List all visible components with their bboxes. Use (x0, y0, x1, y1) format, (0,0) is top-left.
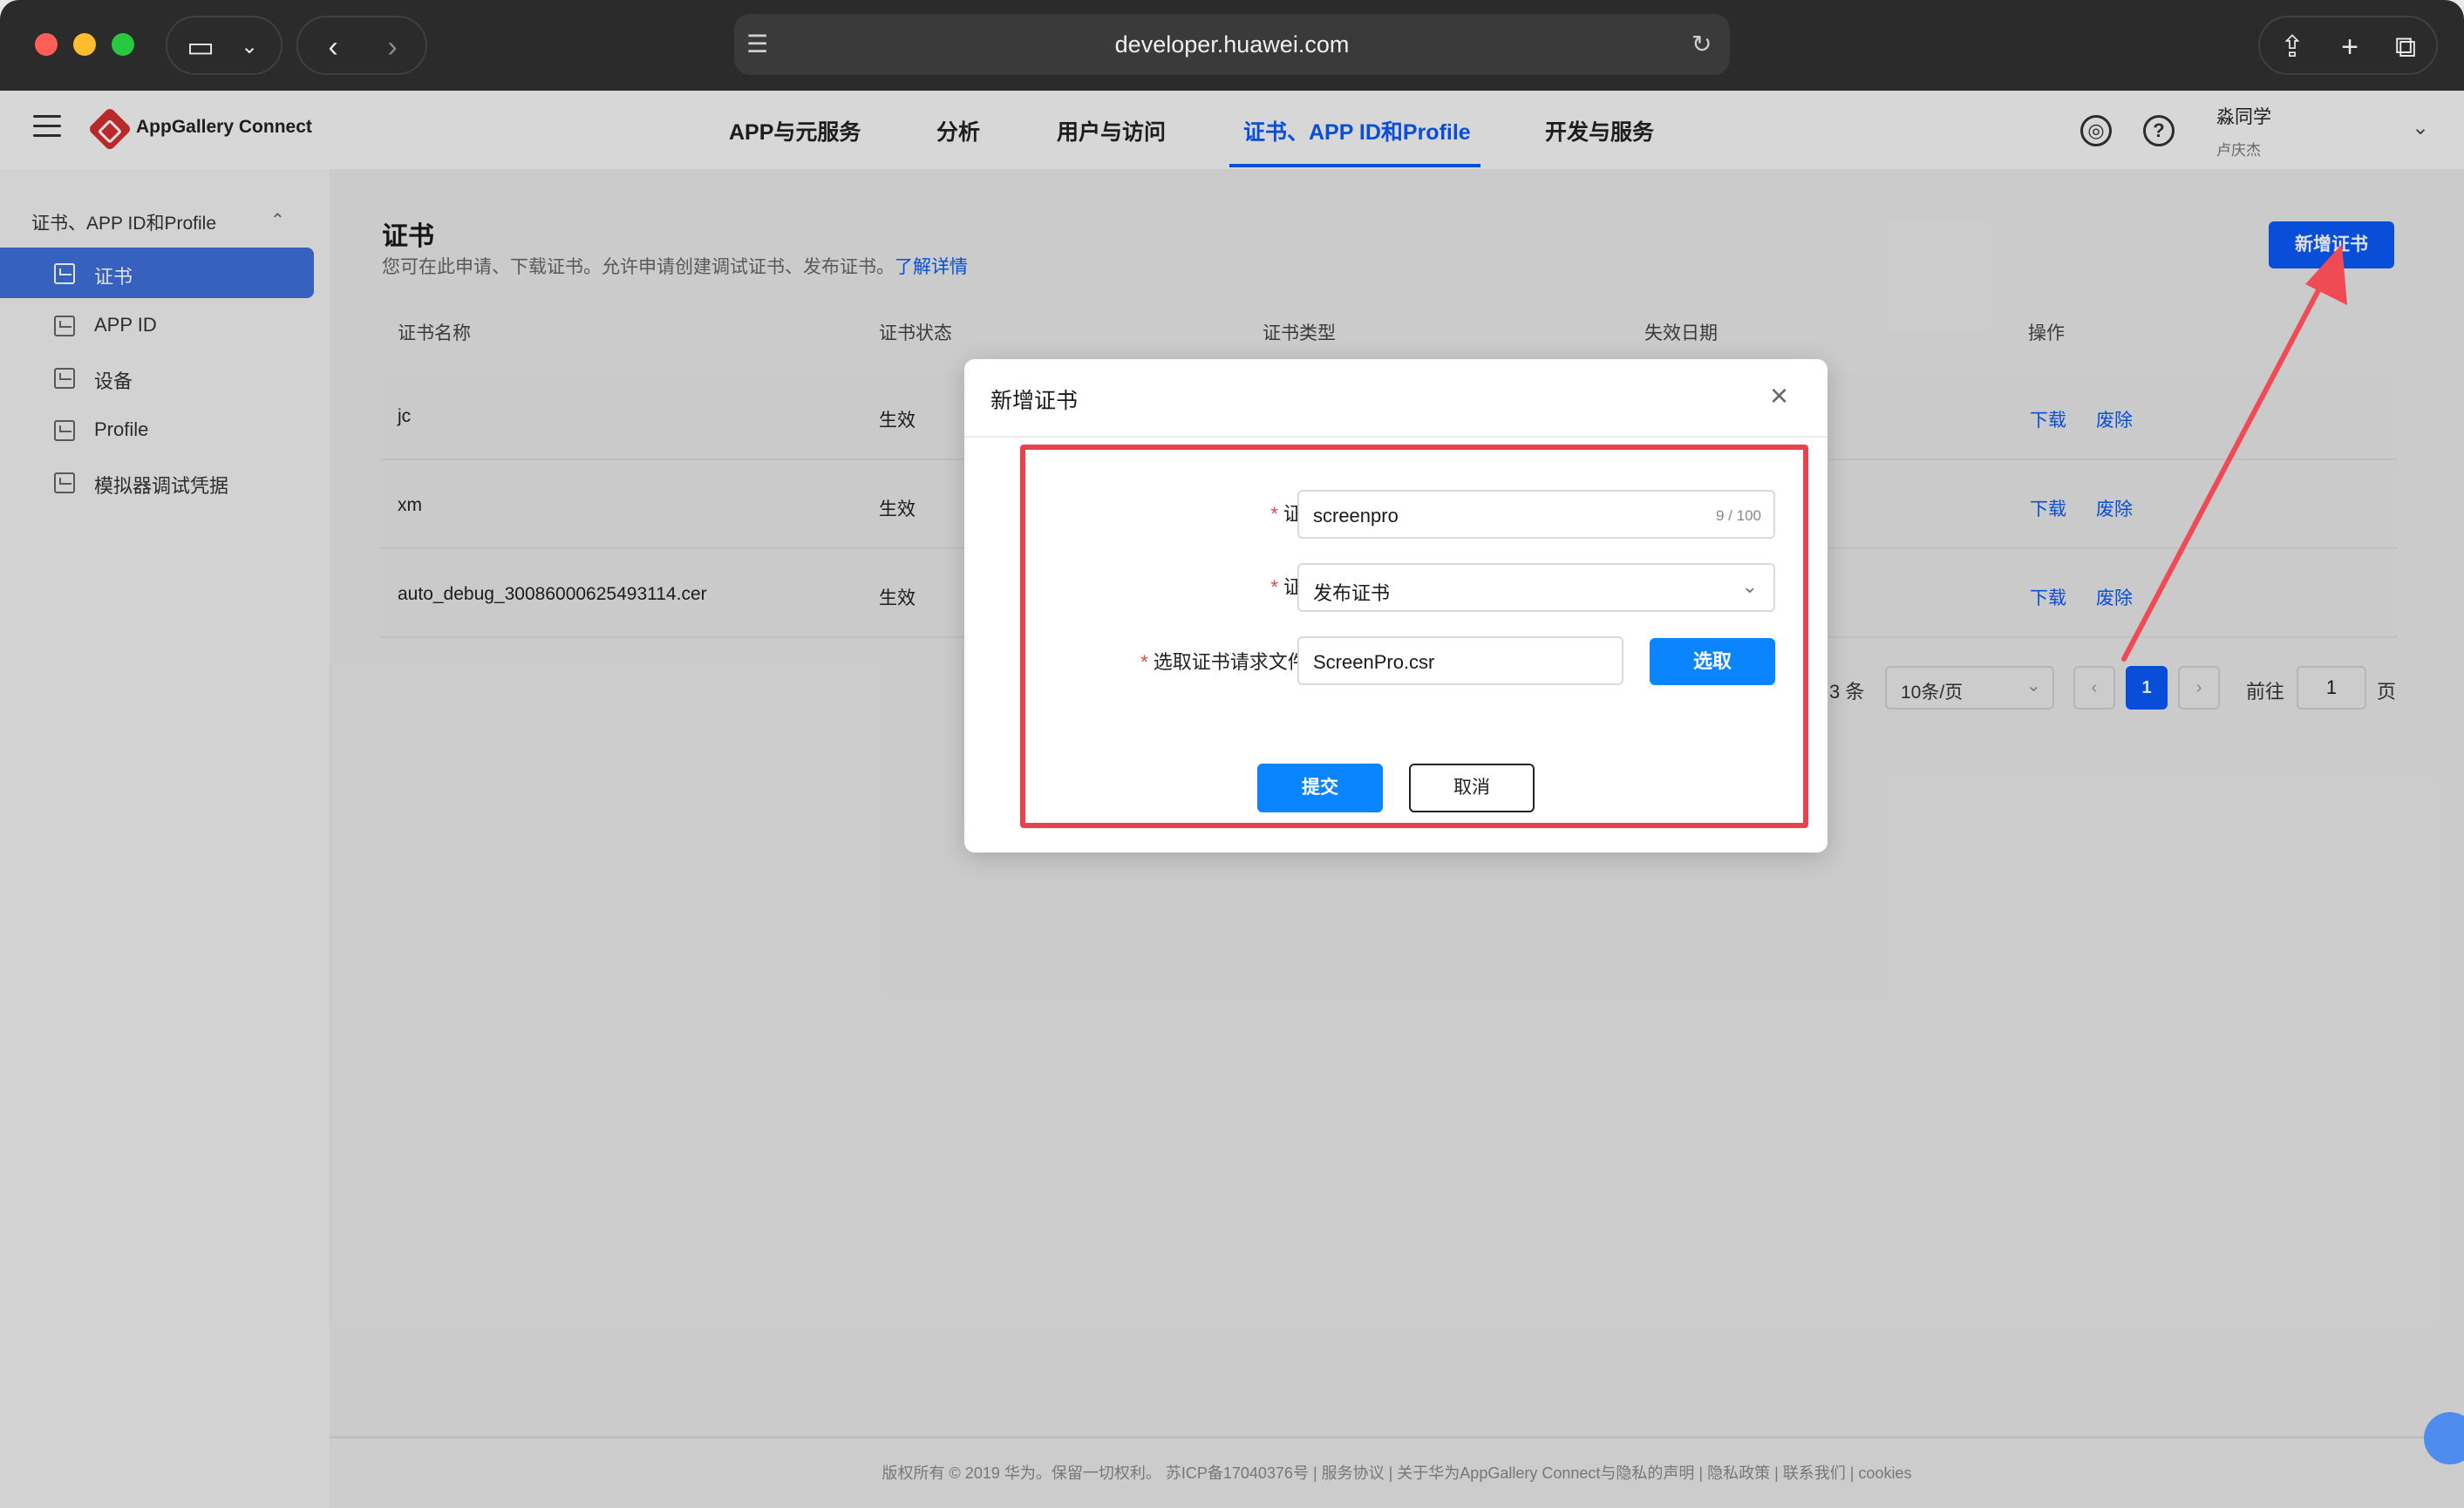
address-bar[interactable]: developer.huawei.com ☰ ↻ (734, 14, 1730, 75)
dialog-title: 新增证书 (990, 389, 1079, 413)
history-nav-group[interactable]: ‹ › (296, 16, 427, 75)
zoom-window-button[interactable] (112, 33, 134, 56)
minimize-window-button[interactable] (73, 33, 96, 56)
site-icon[interactable]: ☰ (746, 30, 768, 58)
url-text[interactable]: developer.huawei.com (734, 14, 1730, 75)
annotation-arrow-line (2121, 273, 2329, 662)
new-certificate-dialog: 新增证书 × *证书名称: screenpro 9 / 100 *证书类型: 发… (964, 359, 1828, 852)
cancel-button[interactable]: 取消 (1409, 764, 1535, 812)
new-tab-icon[interactable]: + (2326, 17, 2373, 77)
forward-icon[interactable]: › (368, 17, 417, 77)
sidebar-toggle-icon[interactable]: ▭ (181, 17, 220, 77)
cert-type-select[interactable]: 发布证书 ⌄ (1297, 563, 1775, 612)
chevron-down-icon[interactable]: ⌄ (232, 17, 267, 77)
reload-icon[interactable]: ↻ (1691, 30, 1712, 58)
pick-file-button[interactable]: 选取 (1650, 638, 1775, 685)
annotation-arrow (2121, 244, 2347, 662)
csr-file-value: ScreenPro.csr (1313, 651, 1435, 673)
csr-file-input[interactable]: ScreenPro.csr (1297, 636, 1623, 685)
dialog-divider (964, 436, 1828, 438)
share-icon[interactable]: ⇪ (2269, 17, 2316, 77)
cert-type-value: 发布证书 (1313, 582, 1391, 604)
sidebar-toggle-group[interactable]: ▭ ⌄ (166, 16, 282, 75)
annotation-arrow-head (2305, 244, 2347, 305)
close-icon[interactable]: × (1770, 380, 1788, 411)
tabs-overview-icon[interactable]: ⧉ (2382, 17, 2429, 77)
close-window-button[interactable] (35, 33, 58, 56)
back-icon[interactable]: ‹ (309, 17, 357, 77)
cert-name-input[interactable]: screenpro 9 / 100 (1297, 490, 1775, 539)
chevron-down-icon: ⌄ (1741, 575, 1758, 597)
window-actions-group: ⇪ + ⧉ (2258, 16, 2438, 75)
cert-name-value: screenpro (1313, 505, 1399, 526)
char-count: 9 / 100 (1716, 507, 1761, 524)
submit-button[interactable]: 提交 (1257, 764, 1383, 812)
